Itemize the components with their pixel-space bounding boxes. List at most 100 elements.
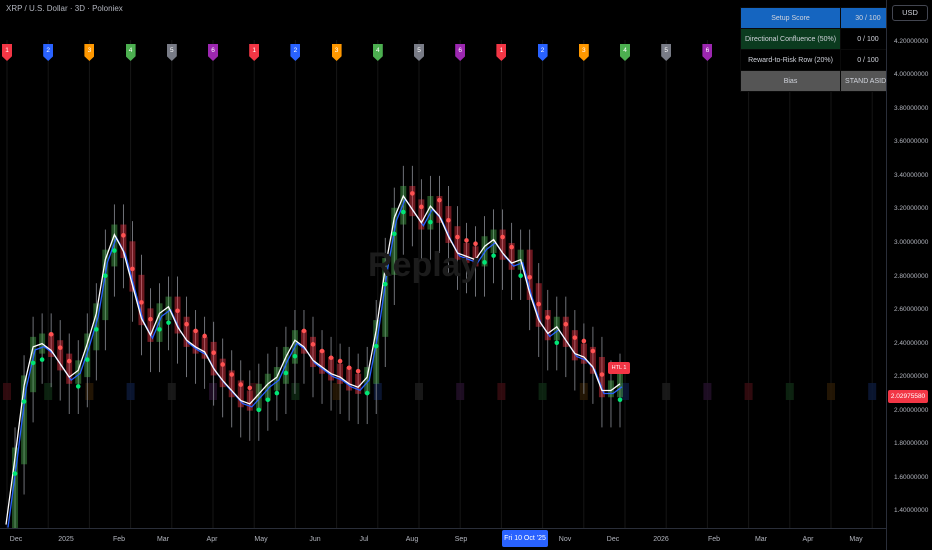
time-tick-label: Feb [707,536,721,543]
cycle-band [827,383,835,400]
time-tick-label: Apr [802,536,814,543]
resistance-dot [545,315,551,320]
candle-body [174,296,181,334]
time-tick-label: 2025 [58,536,74,543]
cycle-band [538,383,547,400]
support-dot [265,397,271,403]
resistance-dot [346,365,352,371]
symbol-title[interactable]: XRP / U.S. Dollar · 3D · Poloniex [6,4,123,13]
time-tick-label: Dec [9,536,23,543]
price-tick-label: 3.60000000 [894,138,929,146]
score-row: Bias STAND ASIDE [739,70,896,92]
resistance-dot [410,191,415,196]
time-tick-label: Aug [405,536,419,543]
resistance-dot [310,342,316,347]
support-dot [491,253,496,258]
score-row: Setup Score 30 / 100 [739,7,896,29]
resistance-dot [563,321,569,327]
resistance-dot [581,338,587,344]
score-row: Reward-to-Risk Row (20%) 0 / 100 [739,49,896,71]
time-axis[interactable] [0,528,886,529]
support-dot [373,343,379,349]
cycle-band [456,383,465,400]
support-dot [482,260,487,265]
support-dot [21,399,27,404]
support-dot [75,384,81,389]
cycle-band [497,383,506,400]
time-tick-label: Dec [606,536,620,543]
price-line [5,194,621,525]
high-low-label: HTL 1 [608,362,630,374]
price-tick-label: 1.40000000 [894,507,929,515]
support-dot [400,209,406,215]
resistance-dot [509,244,514,250]
resistance-dot [337,358,343,364]
cycle-band [373,383,382,400]
support-dot [256,407,262,413]
time-tick-label: May [849,536,863,543]
resistance-dot [121,233,126,238]
support-dot [93,327,99,332]
support-dot [428,219,433,225]
resistance-dot [139,300,144,305]
price-tick-label: 2.80000000 [894,272,929,280]
support-dot [554,340,560,346]
candle-body [598,356,605,398]
score-label: Directional Confluence (50%) [739,28,842,50]
price-tick-label: 2.40000000 [894,339,929,347]
score-label: Setup Score [739,7,842,29]
resistance-dot [328,355,334,361]
support-dot [12,471,18,476]
currency-button[interactable]: USD [892,5,928,21]
cycle-band [868,383,877,400]
price-tick-label: 3.80000000 [894,104,929,112]
resistance-dot [66,358,72,364]
resistance-dot [500,234,505,240]
support-dot [84,357,90,362]
setup-score-table: Setup Score 30 / 100 Directional Confluenc… [739,7,896,92]
cycle-band [209,383,217,400]
price-tick-label: 2.00000000 [894,406,929,414]
price-tick-label: 3.00000000 [894,238,929,246]
price-tick-label: 3.40000000 [894,171,929,179]
resistance-dot [193,328,198,334]
replay-watermark: Replay [368,246,480,284]
resistance-dot [455,234,460,240]
cycle-band [785,383,794,400]
cycle-band [291,383,300,400]
resistance-dot [148,316,153,322]
time-tick-label: Jul [359,536,369,543]
resistance-dot [419,204,424,210]
price-tick-label: 2.60000000 [894,306,929,314]
resistance-dot [220,362,226,367]
resistance-dot [527,274,533,280]
time-tick-label: Jun [309,536,321,543]
price-tick-label: 2.20000000 [894,373,929,381]
price-tick-label: 1.60000000 [894,473,929,481]
last-price-label: 2.02975580 [888,390,928,403]
cycle-band [415,383,423,400]
support-dot [30,360,36,366]
support-dot [39,357,45,362]
time-tick-label: Sep [454,536,468,543]
cycle-band [332,383,341,400]
resistance-dot [536,301,542,307]
support-dot [391,231,397,237]
support-dot [103,273,108,279]
crosshair-date-label: Fri 10 Oct '25 [502,530,548,547]
candle-body [84,333,91,378]
time-tick-label: Nov [558,536,572,543]
score-label: Bias [739,70,842,92]
support-dot [274,390,280,396]
time-tick-label: May [254,536,268,543]
support-dot [617,397,623,403]
resistance-dot [464,238,469,243]
support-dot [292,353,298,359]
cycle-band [662,383,671,400]
price-tick-label: 1.80000000 [894,440,929,448]
support-dot [518,273,523,279]
cycle-band [703,383,712,400]
time-tick-label: 2026 [653,536,669,543]
support-dot [166,320,171,325]
resistance-dot [599,372,605,377]
